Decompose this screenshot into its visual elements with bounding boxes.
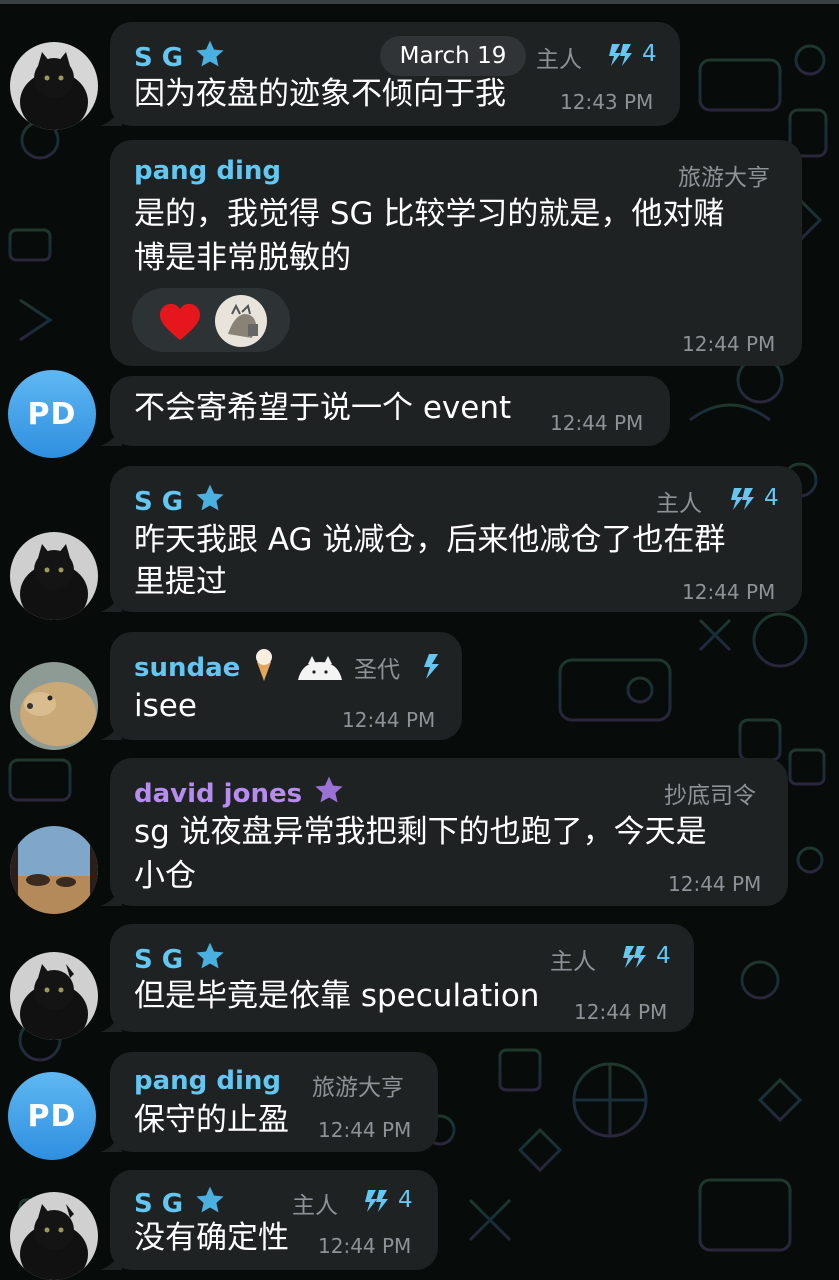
message-text-line-1: sg 说夜盘异常我把剩下的也跑了，今天是 [134,814,707,850]
boost-badge: 4 [606,40,657,68]
boost-icon [365,1190,388,1212]
bubble-tail [100,1010,122,1032]
message-bubble[interactable]: pang ding 旅游大亨 是的，我觉得 SG 比较学习的就是，他对赌 博是非… [110,140,802,366]
message-bubble[interactable]: david jones 抄底司令 sg 说夜盘异常我把剩下的也跑了，今天是 小仓… [100,758,788,906]
member-role: 主人 [550,949,596,975]
top-edge [0,0,839,4]
sender-name[interactable]: sundae [134,648,344,684]
message-time: 12:44 PM [682,332,776,356]
custom-sticker-avatar[interactable] [214,294,268,348]
message-bubble[interactable]: pang ding 旅游大亨 保守的止盈 12:44 PM [100,1052,438,1152]
member-role: 主人 [292,1193,338,1219]
message-text: 不会寄希望于说一个 event [134,390,512,426]
bubble-tail [100,884,122,906]
message-bubble[interactable]: 不会寄希望于说一个 event 12:44 PM [100,376,670,446]
boost-icon [424,654,439,679]
ice-cream-icon [256,649,273,681]
bubble-tail [100,1248,122,1270]
message-text: isee [134,688,197,724]
bubble-tail [100,1130,122,1152]
message-time: 12:44 PM [318,1234,412,1258]
cat-emoji-icon [298,656,343,680]
message-time: 12:44 PM [574,1000,668,1024]
avatar-pd[interactable]: PD [8,1072,96,1160]
message-text: 保守的止盈 [134,1102,289,1138]
date-separator: March 19 [380,36,526,76]
message-bubble[interactable]: S G 主人 4 但是毕竟是依靠 speculation 12:44 PM [100,924,694,1032]
bubble-tail [100,718,122,740]
message-bubble[interactable]: S G 主人 4 昨天我跟 AG 说减仓，后来他减仓了也在群 里提过 12:44… [100,466,802,612]
avatar-david-jones[interactable] [10,826,98,914]
bubble-tail [100,104,122,126]
message-text-line-2: 博是非常脱敏的 [134,240,351,276]
star-icon [193,482,227,521]
message-time: 12:44 PM [318,1118,412,1142]
boost-icon [609,44,632,66]
boost-badge: 4 [728,484,779,512]
message-time: 12:44 PM [668,872,762,896]
message-text: 没有确定性 [134,1220,289,1256]
message-bubble[interactable]: S G 主人 4 没有确定性 12:44 PM [100,1170,438,1270]
member-role: 旅游大亨 [678,165,770,191]
message-time: 12:44 PM [342,708,436,732]
sender-name[interactable]: pang ding [134,156,281,186]
boost-icon [623,946,646,968]
message-time: 12:43 PM [560,90,654,114]
bubble-tail [100,424,122,446]
sender-name[interactable]: david jones [134,774,346,813]
avatar-sg[interactable] [10,952,98,1040]
boost-badge: 4 [362,1186,413,1214]
reactions-bar[interactable] [132,288,290,352]
sender-name[interactable]: S G [134,482,227,521]
avatar-sundae[interactable] [10,662,98,750]
message-text-line-2: 里提过 [134,564,227,600]
avatar-sg[interactable] [10,532,98,620]
sender-name[interactable]: pang ding [134,1066,281,1096]
message-time: 12:44 PM [550,411,644,435]
message-text-line-2: 小仓 [134,858,196,894]
message-bubble[interactable]: sundae 圣代 isee 12:44 PM [100,632,462,740]
message-text: 但是毕竟是依靠 speculation [134,978,540,1014]
star-icon [312,774,346,813]
member-role: 主人 [536,47,582,73]
boost-icon [731,488,754,510]
member-role: 抄底司令 [664,783,756,809]
member-role: 圣代 [354,657,400,683]
boost-badge: 4 [620,942,671,970]
bubble-tail [100,590,122,612]
member-role: 主人 [656,491,702,517]
avatar-sg[interactable] [10,1192,98,1280]
heart-icon[interactable] [158,302,202,342]
member-role: 旅游大亨 [312,1075,404,1101]
avatar-sg[interactable] [10,42,98,130]
message-text-line-1: 是的，我觉得 SG 比较学习的就是，他对赌 [134,196,725,232]
message-text-line-1: 昨天我跟 AG 说减仓，后来他减仓了也在群 [134,522,726,558]
message-time: 12:44 PM [682,580,776,604]
avatar-pd[interactable]: PD [8,370,96,458]
message-text: 因为夜盘的迹象不倾向于我 [134,76,506,112]
